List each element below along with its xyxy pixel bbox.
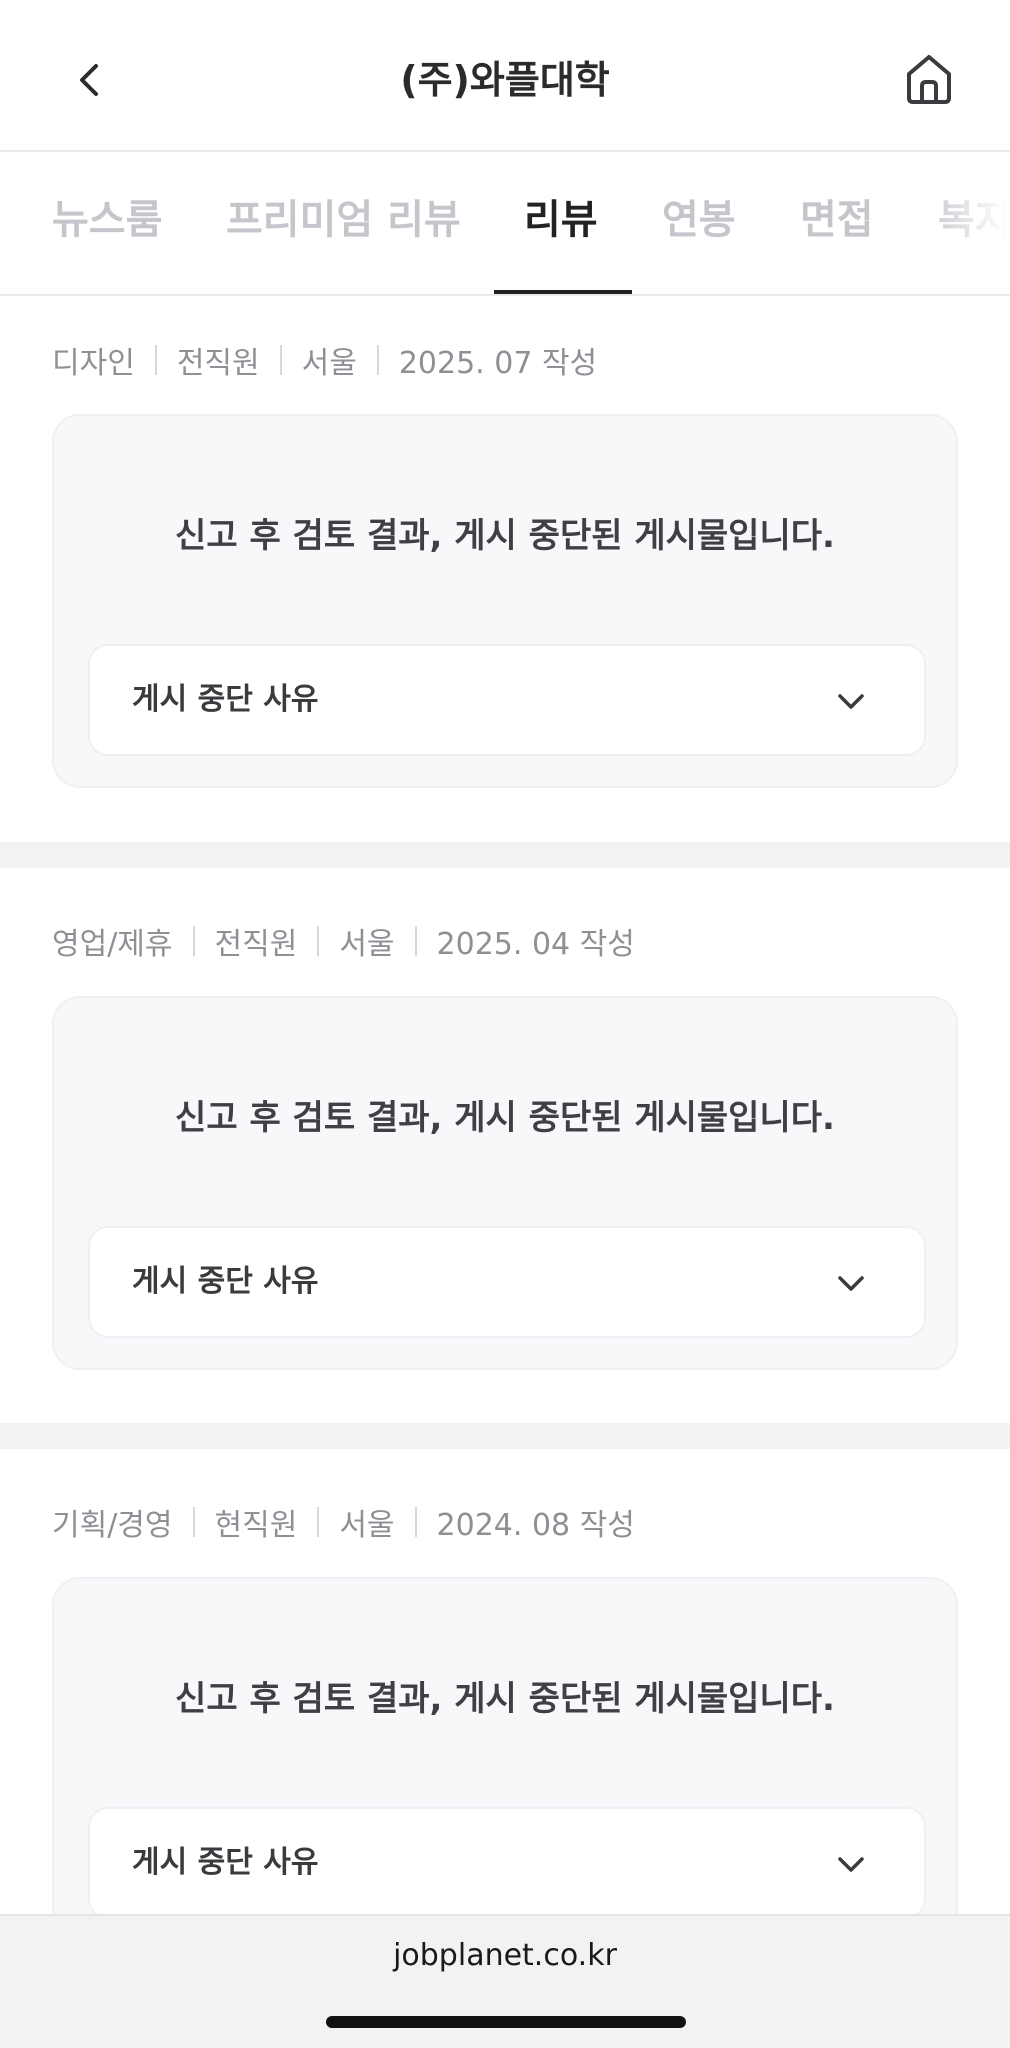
block-reason-dropdown[interactable]: 게시 중단 사유 — [88, 1226, 926, 1338]
section-divider — [0, 842, 1010, 868]
tab-review[interactable]: 리뷰 — [524, 154, 598, 294]
review-employee-status: 현직원 — [214, 1508, 298, 1543]
tabs-fade-overlay — [920, 154, 1010, 294]
tab-bar: 뉴스룸 프리미엄 리뷰 리뷰 연봉 면접 복지 — [0, 154, 1010, 296]
meta-separator — [414, 926, 417, 956]
active-tab-indicator — [494, 290, 632, 294]
tab-newsroom[interactable]: 뉴스룸 — [52, 154, 162, 294]
meta-separator — [317, 1507, 320, 1537]
blocked-review-card: 신고 후 검토 결과, 게시 중단된 게시물입니다. 게시 중단 사유 — [52, 414, 958, 788]
tab-salary[interactable]: 연봉 — [662, 154, 736, 294]
review-job: 디자인 — [52, 346, 135, 381]
tab-premium-review[interactable]: 프리미엄 리뷰 — [226, 154, 461, 294]
home-indicator-bar[interactable] — [326, 2016, 686, 2028]
url-display[interactable]: jobplanet.co.kr — [0, 1938, 1010, 1973]
home-button[interactable] — [898, 48, 960, 110]
meta-separator — [279, 345, 282, 375]
block-reason-label: 게시 중단 사유 — [132, 1845, 319, 1880]
section-divider — [0, 1423, 1010, 1449]
blocked-review-card: 신고 후 검토 결과, 게시 중단된 게시물입니다. 게시 중단 사유 — [52, 1577, 958, 1951]
block-reason-dropdown[interactable]: 게시 중단 사유 — [88, 644, 926, 756]
review-employee-status: 전직원 — [214, 927, 298, 962]
review-job: 영업/제휴 — [52, 927, 173, 962]
meta-separator — [192, 926, 195, 956]
tab-interview[interactable]: 면접 — [800, 154, 874, 294]
review-meta: 디자인 전직원 서울 2025. 07 작성 — [52, 340, 598, 381]
review-job: 기획/경영 — [52, 1508, 173, 1543]
review-date: 2025. 04 작성 — [436, 927, 635, 962]
home-icon — [907, 55, 951, 104]
meta-separator — [154, 345, 157, 375]
review-employee-status: 전직원 — [176, 346, 260, 381]
meta-separator — [376, 345, 379, 375]
meta-separator — [317, 926, 320, 956]
review-location: 서울 — [339, 927, 395, 962]
review-meta: 영업/제휴 전직원 서울 2025. 04 작성 — [52, 921, 635, 962]
meta-separator — [192, 1507, 195, 1537]
block-reason-dropdown[interactable]: 게시 중단 사유 — [88, 1807, 926, 1919]
blocked-review-card: 신고 후 검토 결과, 게시 중단된 게시물입니다. 게시 중단 사유 — [52, 996, 958, 1370]
review-meta: 기획/경영 현직원 서울 2024. 08 작성 — [52, 1502, 635, 1543]
review-date: 2024. 08 작성 — [436, 1508, 635, 1543]
block-reason-label: 게시 중단 사유 — [132, 1264, 319, 1299]
page-title: (주)와플대학 — [400, 58, 610, 102]
block-reason-label: 게시 중단 사유 — [132, 682, 319, 717]
review-location: 서울 — [301, 346, 357, 381]
review-location: 서울 — [339, 1508, 395, 1543]
app-header: (주)와플대학 — [0, 0, 1010, 152]
blocked-notice: 신고 후 검토 결과, 게시 중단된 게시물입니다. — [175, 516, 835, 556]
meta-separator — [414, 1507, 417, 1537]
browser-bottom-bar: jobplanet.co.kr — [0, 1914, 1010, 2048]
blocked-notice: 신고 후 검토 결과, 게시 중단된 게시물입니다. — [175, 1679, 835, 1719]
chevron-down-icon — [838, 1857, 864, 1872]
chevron-down-icon — [838, 694, 864, 709]
blocked-notice: 신고 후 검토 결과, 게시 중단된 게시물입니다. — [175, 1098, 835, 1138]
review-date: 2025. 07 작성 — [398, 346, 598, 381]
chevron-down-icon — [838, 1276, 864, 1291]
